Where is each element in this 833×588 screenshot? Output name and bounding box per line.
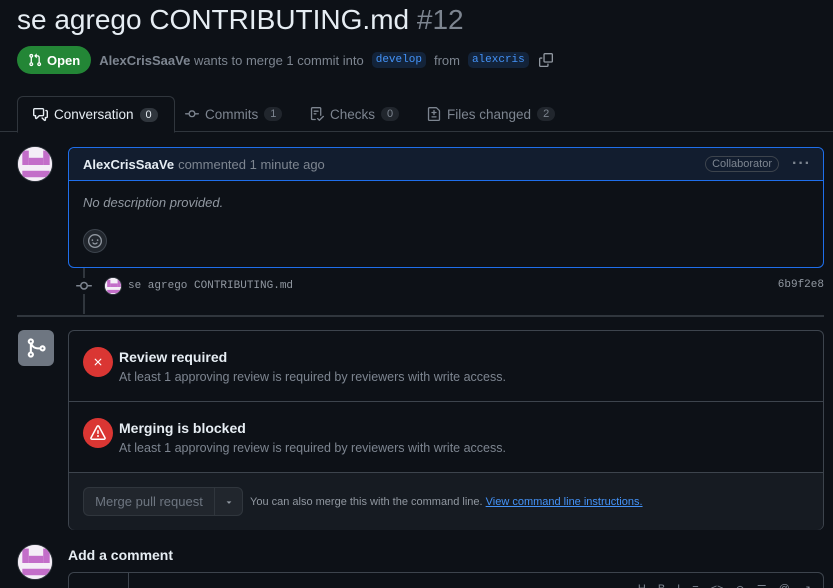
- pr-author-link[interactable]: AlexCrisSaaVe: [99, 53, 190, 68]
- review-required-title: Review required: [119, 349, 228, 365]
- tab-checks[interactable]: Checks 0: [310, 96, 400, 132]
- editor-write-tab[interactable]: [69, 573, 129, 588]
- pr-number: #12: [416, 4, 464, 35]
- mention-icon[interactable]: @: [779, 583, 790, 588]
- pr-tabs: Conversation 0 Commits 1 Checks 0 Files …: [0, 96, 833, 133]
- heading-icon[interactable]: H: [638, 583, 646, 588]
- kebab-menu-icon[interactable]: ···: [792, 155, 811, 173]
- comment-editor[interactable]: H B I ≡ <> ⊘ ☰ @ ↗: [68, 572, 824, 588]
- merge-pull-request-button[interactable]: Merge pull request: [83, 487, 214, 516]
- identicon-icon: [105, 278, 121, 294]
- merge-footer: Merge pull request You can also merge th…: [69, 473, 823, 530]
- git-merge-icon: [27, 338, 46, 358]
- avatar[interactable]: [17, 146, 53, 182]
- link-icon[interactable]: ⊘: [736, 583, 745, 588]
- smiley-icon: [88, 234, 102, 248]
- commit-sha[interactable]: 6b9f2e8: [778, 279, 824, 291]
- merging-blocked-title: Merging is blocked: [119, 420, 246, 436]
- add-comment-title: Add a comment: [68, 547, 174, 563]
- comment-box: AlexCrisSaaVe commented 1 minute ago Col…: [68, 147, 824, 268]
- code-icon[interactable]: <>: [711, 583, 724, 588]
- italic-icon[interactable]: I: [677, 583, 680, 588]
- review-required-item: Review required At least 1 approving rev…: [69, 331, 823, 402]
- merge-hint: You can also merge this with the command…: [250, 496, 643, 508]
- state-badge: Open: [17, 46, 92, 74]
- add-reaction-button[interactable]: [83, 229, 107, 253]
- command-line-instructions-link[interactable]: View command line instructions.: [486, 496, 643, 508]
- comment-discussion-icon: [33, 107, 48, 122]
- tab-files-changed-label: Files changed: [447, 106, 532, 122]
- editor-toolbar: H B I ≡ <> ⊘ ☰ @ ↗: [638, 583, 811, 588]
- alert-icon: [83, 418, 113, 448]
- pr-summary-text: wants to merge 1 commit into: [193, 52, 364, 68]
- identicon-icon: [18, 147, 52, 181]
- tab-conversation-label: Conversation: [54, 107, 134, 122]
- pr-status-row: Open AlexCrisSaaVe wants to merge 1 comm…: [17, 46, 553, 74]
- tab-checks-label: Checks: [330, 106, 376, 122]
- tab-conversation[interactable]: Conversation 0: [17, 96, 175, 133]
- checklist-icon: [310, 107, 324, 121]
- copy-icon[interactable]: [538, 53, 553, 67]
- identicon-icon: [18, 545, 52, 579]
- base-branch[interactable]: develop: [371, 52, 426, 68]
- git-commit-icon: [185, 110, 199, 118]
- comment-body: No description provided.: [83, 195, 224, 210]
- role-badge: Collaborator: [705, 156, 779, 172]
- merging-blocked-item: Merging is blocked At least 1 approving …: [69, 402, 823, 473]
- commit-message[interactable]: se agrego CONTRIBUTING.md: [128, 280, 293, 292]
- git-pull-request-icon: [29, 53, 42, 67]
- review-required-desc: At least 1 approving review is required …: [119, 370, 506, 384]
- tab-files-changed-count: 2: [537, 107, 556, 121]
- commit-row: se agrego CONTRIBUTING.md 6b9f2e8: [76, 276, 826, 296]
- merge-box: Review required At least 1 approving rev…: [68, 330, 824, 530]
- file-diff-icon: [427, 107, 441, 121]
- tab-conversation-count: 0: [139, 107, 158, 122]
- quote-icon[interactable]: ≡: [692, 583, 698, 588]
- tab-commits-count: 1: [264, 107, 283, 121]
- bold-icon[interactable]: B: [658, 583, 665, 588]
- git-commit-icon: [76, 278, 92, 294]
- commit-author-avatar[interactable]: [104, 277, 122, 295]
- merge-status-icon-box: [18, 330, 54, 366]
- tab-commits[interactable]: Commits 1: [185, 96, 283, 132]
- tab-files-changed[interactable]: Files changed 2: [427, 96, 556, 132]
- current-user-avatar[interactable]: [17, 544, 53, 580]
- tab-checks-count: 0: [381, 107, 400, 121]
- reference-icon[interactable]: ↗: [802, 583, 811, 588]
- page-title: se agrego CONTRIBUTING.md #12: [17, 4, 464, 36]
- from-text: from: [433, 52, 460, 68]
- merge-method-dropdown[interactable]: [214, 487, 243, 516]
- state-label: Open: [47, 52, 81, 68]
- tab-commits-label: Commits: [205, 106, 259, 122]
- triangle-down-icon: [226, 500, 231, 504]
- timeline-separator: [17, 315, 824, 317]
- comment-author[interactable]: AlexCrisSaaVe: [83, 157, 174, 172]
- list-icon[interactable]: ☰: [757, 583, 767, 588]
- merge-hint-text: You can also merge this with the command…: [250, 496, 483, 508]
- pr-summary: AlexCrisSaaVe wants to merge 1 commit in…: [99, 53, 364, 68]
- head-branch[interactable]: alexcris: [467, 52, 529, 68]
- comment-meta[interactable]: commented 1 minute ago: [178, 157, 325, 172]
- merging-blocked-desc: At least 1 approving review is required …: [119, 441, 506, 455]
- pr-title: se agrego CONTRIBUTING.md: [17, 4, 410, 35]
- x-icon: [83, 347, 113, 377]
